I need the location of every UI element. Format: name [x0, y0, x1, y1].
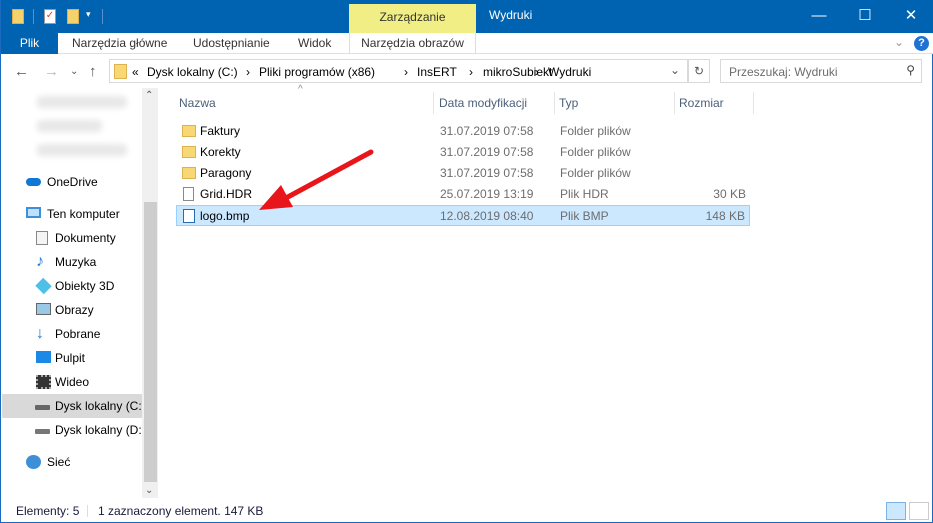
selection-info: 1 zaznaczony element. 147 KB	[98, 504, 264, 518]
red-arrow-annotation	[259, 149, 374, 210]
status-bar: Elementy: 5 1 zaznaczony element. 147 KB	[1, 500, 933, 522]
explorer-window: ✓ ▾ Zarządzanie Wydruki — ☐ ✕ Plik Narzę…	[0, 0, 933, 523]
details-view-button[interactable]	[886, 502, 906, 520]
item-count: Elementy: 5	[16, 504, 80, 518]
large-icons-view-button[interactable]	[909, 502, 929, 520]
